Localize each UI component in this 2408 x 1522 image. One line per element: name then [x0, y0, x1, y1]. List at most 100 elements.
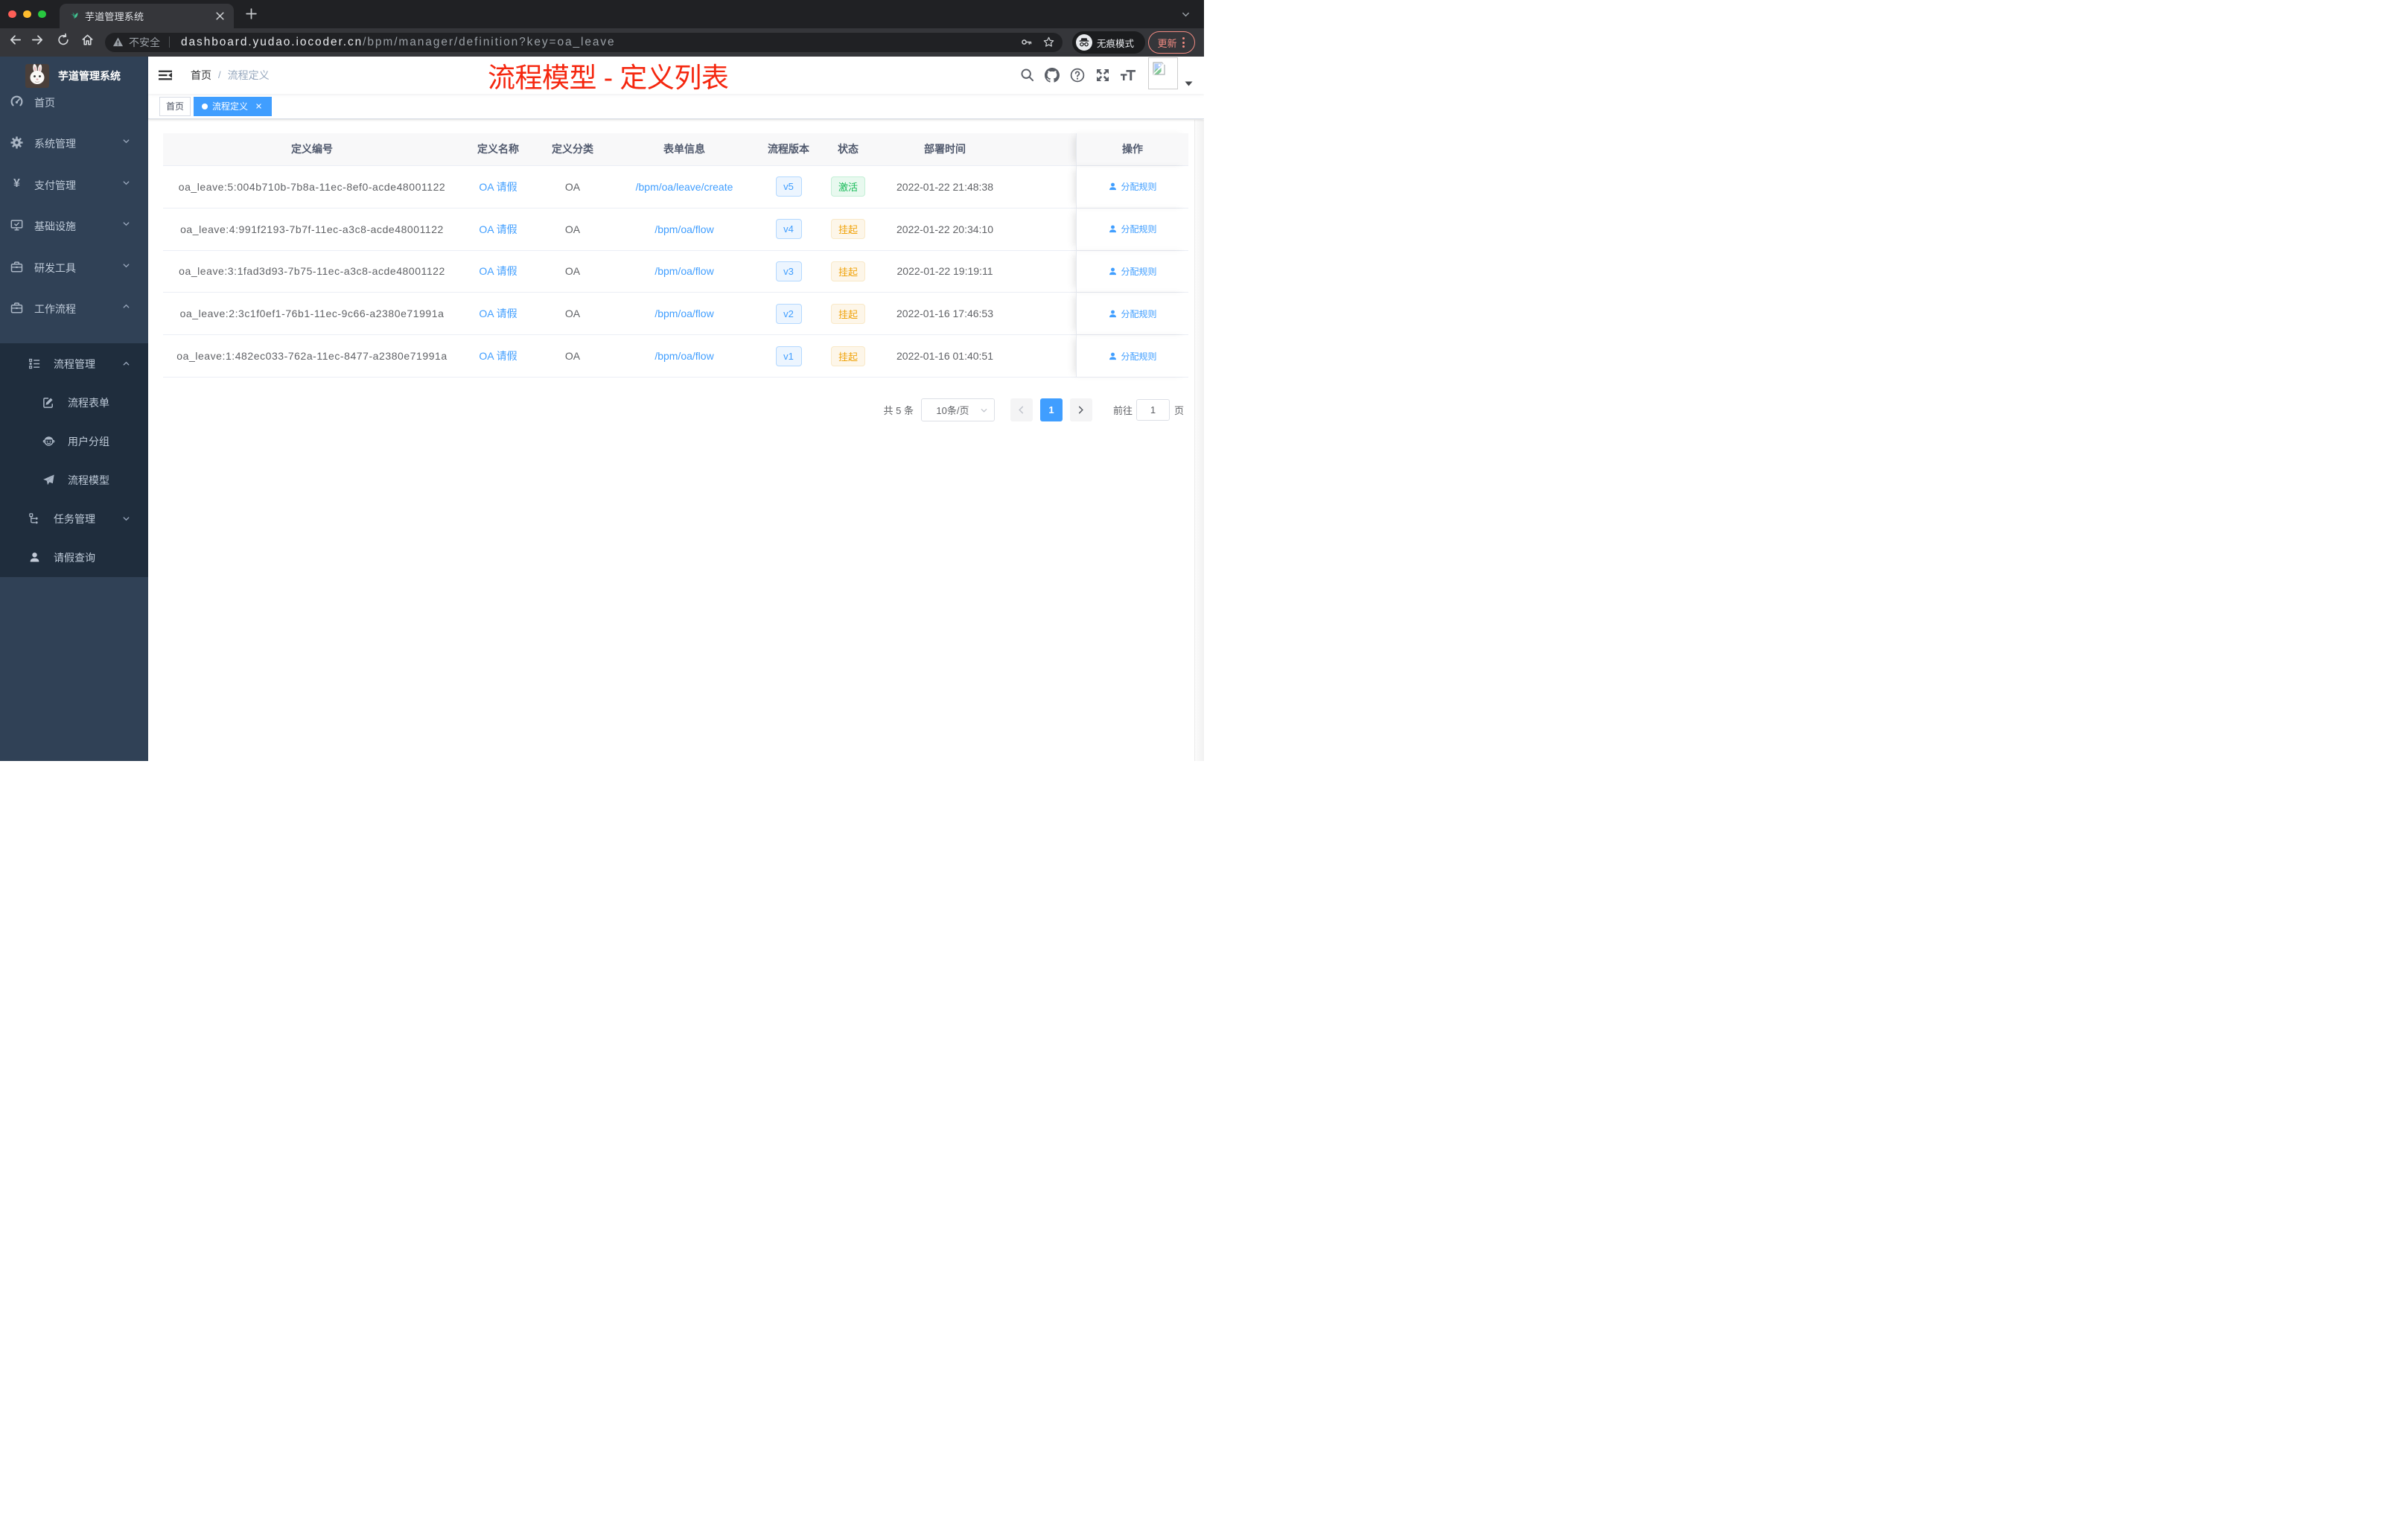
- definition-id: oa_leave:1:482ec033-762a-11ec-8477-a2380…: [176, 350, 447, 363]
- sidebar-item-workflow[interactable]: 工作流程: [0, 302, 148, 343]
- page-content: 定义编号 定义名称 定义分类 表单信息 流程版本 状态 部署时间 操作 oa_l…: [148, 119, 1204, 761]
- bookmark-star-icon[interactable]: [1042, 36, 1055, 48]
- definition-category: OA: [564, 223, 581, 235]
- gear-icon: [10, 136, 23, 149]
- assign-rule-button[interactable]: 分配规则: [1108, 180, 1157, 193]
- browser-window: 芋道管理系统 不安全 dashboard.yudao.iocoder.cn/bp…: [0, 0, 1204, 761]
- header-search-icon[interactable]: [1014, 68, 1039, 82]
- status-badge: 激活: [830, 176, 865, 197]
- back-icon[interactable]: [8, 33, 22, 51]
- paper-plane-icon: [42, 474, 55, 486]
- sidebar-item-process-model[interactable]: 流程模型: [0, 461, 148, 500]
- fullscreen-icon[interactable]: [1090, 68, 1115, 83]
- definition-table: 定义编号 定义名称 定义分类 表单信息 流程版本 状态 部署时间 操作 oa_l…: [163, 133, 1188, 378]
- active-tag-dot: [202, 103, 208, 109]
- assign-rule-button[interactable]: 分配规则: [1108, 308, 1157, 320]
- forward-icon[interactable]: [31, 33, 45, 51]
- prev-page-button[interactable]: [1010, 398, 1033, 421]
- column-header: 流程版本: [768, 143, 809, 156]
- version-cell: v5: [759, 166, 818, 208]
- update-button[interactable]: 更新: [1147, 31, 1195, 54]
- reload-icon[interactable]: [57, 33, 70, 50]
- breadcrumb-current: 流程定义: [227, 69, 270, 81]
- sidebar-item-infra[interactable]: 基础设施: [0, 219, 148, 261]
- breadcrumb-separator: /: [218, 69, 221, 81]
- assign-rule-button[interactable]: 分配规则: [1108, 265, 1157, 278]
- sidebar-item-process-mgmt[interactable]: 流程管理: [0, 345, 148, 383]
- table-row: oa_leave:4:991f2193-7b7f-11ec-a3c8-acde4…: [163, 208, 1188, 251]
- status-badge: 挂起: [830, 303, 865, 324]
- sidebar-item-payment[interactable]: ¥ 支付管理: [0, 178, 148, 220]
- briefcase-icon: [10, 302, 23, 314]
- definition-category: OA: [564, 265, 581, 278]
- assign-rule-button[interactable]: 分配规则: [1108, 350, 1157, 363]
- github-icon[interactable]: [1039, 67, 1065, 83]
- address-bar[interactable]: 不安全 dashboard.yudao.iocoder.cn/bpm/manag…: [105, 32, 1063, 52]
- definition-category: OA: [564, 180, 581, 193]
- avatar-broken-image[interactable]: [1148, 57, 1178, 89]
- tag-home[interactable]: 首页: [159, 96, 191, 116]
- home-icon[interactable]: [80, 33, 95, 51]
- minimize-window-button[interactable]: [23, 10, 31, 18]
- status-badge: 挂起: [830, 261, 865, 281]
- yen-icon: ¥: [13, 177, 20, 190]
- sidebar: 芋道管理系统 首页 系统管理 ¥ 支付管理 基础设施 研发工具 工作流程 流程管…: [0, 57, 148, 761]
- sidebar-logo[interactable]: 芋道管理系统: [0, 57, 148, 95]
- help-icon[interactable]: [1065, 68, 1090, 83]
- close-window-button[interactable]: [8, 10, 16, 18]
- tag-close-icon[interactable]: [253, 101, 264, 112]
- chevron-right-icon: [1079, 406, 1084, 414]
- chevron-down-icon: [121, 514, 131, 523]
- assign-rule-button[interactable]: 分配规则: [1108, 223, 1157, 235]
- column-header-actions: 操作: [1076, 133, 1188, 165]
- sidebar-item-process-form[interactable]: 流程表单: [0, 383, 148, 422]
- current-page-button[interactable]: 1: [1039, 398, 1063, 421]
- annotation-overlay-text: 流程模型 - 定义列表: [488, 62, 729, 93]
- next-page-button[interactable]: [1069, 398, 1092, 421]
- page-size-select[interactable]: 10条/页: [920, 398, 995, 421]
- toolbox-icon: [10, 261, 23, 273]
- sidebar-item-devtools[interactable]: 研发工具: [0, 261, 148, 302]
- sidebar-item-leave-query[interactable]: 请假查询: [0, 538, 148, 577]
- version-cell: v1: [759, 335, 818, 377]
- caret-down-icon[interactable]: [1185, 77, 1193, 90]
- top-navbar: 首页 / 流程定义 流程模型 - 定义列表: [148, 57, 1204, 94]
- breadcrumb-home[interactable]: 首页: [191, 68, 211, 83]
- tab-search-chevron-icon[interactable]: [1181, 10, 1191, 19]
- sidebar-item-user-group[interactable]: 用户分组: [0, 422, 148, 461]
- status-badge: 挂起: [830, 346, 865, 366]
- select-chevron-icon: [981, 409, 987, 413]
- scrollbar-gutter[interactable]: [1194, 119, 1204, 761]
- definition-name-link: OA 请假: [479, 265, 517, 278]
- chevron-up-icon: [121, 359, 131, 369]
- new-tab-button[interactable]: [245, 7, 258, 20]
- security-label[interactable]: 不安全: [129, 35, 160, 50]
- chevron-up-icon: [121, 302, 131, 311]
- tag-process-definition[interactable]: 流程定义: [194, 96, 273, 116]
- not-secure-warning-icon: [112, 37, 124, 47]
- yudao-leaf-favicon: [71, 12, 78, 19]
- zoom-window-button[interactable]: [38, 10, 46, 18]
- window-controls[interactable]: [8, 10, 46, 18]
- user-group-icon: [42, 435, 55, 448]
- status-cell: 挂起: [818, 335, 878, 377]
- pagination: 共 5 条 10条/页 1 前往 1 页: [884, 398, 1184, 421]
- deploy-time: 2022-01-22 19:19:11: [896, 265, 993, 278]
- column-header: 部署时间: [924, 143, 966, 156]
- font-size-icon[interactable]: [1115, 68, 1141, 83]
- tab-close-icon[interactable]: [214, 10, 226, 22]
- breadcrumb: 首页 / 流程定义: [191, 57, 270, 94]
- password-key-icon[interactable]: [1020, 36, 1033, 48]
- sidebar-item-home[interactable]: 首页: [0, 95, 148, 137]
- version-cell: v4: [759, 208, 818, 250]
- omnibox-separator: [169, 36, 170, 48]
- jump-page-input[interactable]: 1: [1135, 399, 1170, 421]
- sidebar-item-task-mgmt[interactable]: 任务管理: [0, 500, 148, 538]
- form-info-link: /bpm/oa/flow: [654, 308, 714, 320]
- sidebar-item-system[interactable]: 系统管理: [0, 136, 148, 178]
- browser-tab[interactable]: 芋道管理系统: [60, 3, 234, 28]
- url-text[interactable]: dashboard.yudao.iocoder.cn/bpm/manager/d…: [181, 36, 616, 49]
- browser-menu-dots-icon[interactable]: [1182, 37, 1185, 48]
- sidebar-collapse-icon[interactable]: [158, 68, 173, 83]
- definition-name-link: OA 请假: [479, 308, 517, 320]
